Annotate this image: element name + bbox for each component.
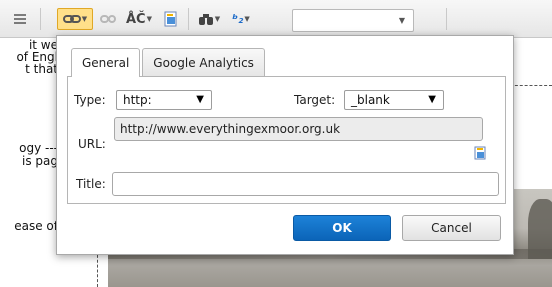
- chevron-down-icon: ▼: [146, 15, 152, 23]
- insert-file-button[interactable]: [160, 8, 182, 30]
- tab-google-analytics[interactable]: Google Analytics: [142, 48, 265, 76]
- editor-text-line: ease of: [14, 219, 58, 233]
- browse-file-icon[interactable]: [474, 146, 488, 160]
- title-label: Title:: [76, 177, 106, 191]
- toolbar-separator: [40, 8, 41, 30]
- url-input[interactable]: http://www.everythingexmoor.org.uk: [114, 117, 483, 141]
- binoculars-icon: [198, 14, 213, 25]
- url-label: URL:: [78, 137, 106, 151]
- align-justify-icon[interactable]: [8, 8, 32, 30]
- general-panel: Type: http: ▼ Target: _blank ▼ URL: http…: [67, 76, 506, 204]
- target-value: _blank: [351, 93, 390, 107]
- photo-tree: [528, 199, 552, 259]
- image-frame-border: [510, 85, 552, 86]
- spellcheck-icon: ÅČ: [126, 11, 146, 27]
- unlink-button[interactable]: [97, 8, 119, 30]
- insert-link-button[interactable]: ▼: [57, 8, 93, 30]
- dropdown-arrow-icon: ▼: [196, 94, 204, 105]
- link-icon: [62, 15, 81, 23]
- dropdown-arrow-icon: ▼: [428, 94, 436, 105]
- find-replace-button[interactable]: ▼: [194, 8, 224, 30]
- chevron-down-icon: ▼: [214, 15, 221, 23]
- chevron-down-icon: ▼: [398, 16, 405, 25]
- file-icon: [164, 11, 177, 27]
- link-dialog: General Google Analytics Type: http: ▼ T…: [56, 35, 514, 255]
- tab-general[interactable]: General: [71, 48, 141, 77]
- ok-button[interactable]: OK: [293, 215, 391, 241]
- unlink-icon: [100, 15, 116, 23]
- type-label: Type:: [74, 93, 106, 107]
- dialog-tabs: General Google Analytics: [71, 48, 267, 77]
- spellcheck-button[interactable]: ÅČ ▼: [120, 8, 158, 30]
- type-value: http:: [123, 93, 152, 107]
- title-input[interactable]: [112, 172, 499, 196]
- editor-toolbar: ▼ ÅČ ▼ ▼ ᵇ₂ ▼ ▼: [0, 0, 552, 38]
- editor-text-column: it we of Engl t that ogy --- is pag ease…: [0, 39, 60, 287]
- type-select[interactable]: http: ▼: [116, 90, 212, 110]
- toolbar-separator: [446, 8, 447, 30]
- chevron-down-icon: ▼: [81, 15, 88, 23]
- chevron-down-icon: ▼: [244, 15, 250, 23]
- toolbar-separator: [188, 8, 189, 30]
- cancel-button[interactable]: Cancel: [402, 215, 501, 241]
- target-label: Target:: [294, 93, 336, 107]
- format-button[interactable]: ᵇ₂ ▼: [226, 8, 256, 30]
- target-select[interactable]: _blank ▼: [344, 90, 444, 110]
- editor-text-line: is pag: [22, 154, 58, 168]
- format-icon: ᵇ₂: [232, 12, 244, 26]
- font-family-combo[interactable]: ▼: [292, 9, 414, 32]
- editor-text-line: t that: [25, 62, 58, 76]
